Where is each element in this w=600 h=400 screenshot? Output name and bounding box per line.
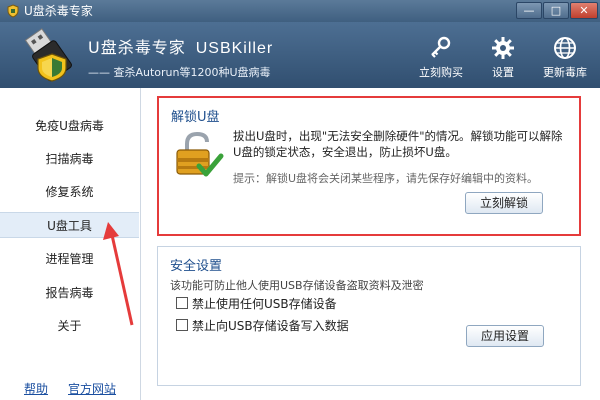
brand-en: USBKiller	[195, 40, 274, 57]
disable-usb-storage-option[interactable]: 禁止使用任何USB存储设备	[176, 295, 337, 312]
maximize-button[interactable]: □	[543, 2, 569, 19]
app-window: U盘杀毒专家 — □ ✕ U盘杀毒专家 USBKiller —— 查杀Autoru…	[0, 0, 600, 400]
settings-label: 设置	[492, 66, 514, 79]
update-virus-db-label: 更新毒库	[543, 66, 587, 79]
title-bar[interactable]: U盘杀毒专家 — □ ✕	[0, 0, 600, 22]
sidebar-item-scan[interactable]: 扫描病毒	[0, 146, 139, 172]
sidebar-item-report[interactable]: 报告病毒	[0, 280, 139, 306]
apply-settings-button[interactable]: 应用设置	[466, 325, 545, 347]
brand-cn: U盘杀毒专家	[88, 38, 186, 57]
app-shield-icon	[7, 4, 19, 18]
minimize-button[interactable]: —	[516, 2, 542, 19]
checkbox-label: 禁止使用任何USB存储设备	[192, 297, 337, 311]
brand-title: U盘杀毒专家 USBKiller	[88, 34, 273, 58]
close-button[interactable]: ✕	[570, 2, 598, 19]
sidebar-item-usb-tools[interactable]: U盘工具	[0, 212, 139, 238]
unlock-panel-title: 解锁U盘	[171, 110, 220, 125]
brand-slogan: —— 查杀Autorun等1200种U盘病毒	[88, 66, 271, 79]
window-title: U盘杀毒专家	[24, 4, 93, 18]
lock-icon	[176, 131, 224, 177]
globe-icon	[554, 37, 576, 59]
unlock-usb-panel: 解锁U盘 拔出U盘时，出现"无法安全删除硬件"的情况。解锁功能可以解除U盘的锁定…	[157, 96, 581, 236]
gear-icon	[492, 37, 514, 59]
sidebar-item-process[interactable]: 进程管理	[0, 246, 139, 272]
unlock-hint: 提示：解锁U盘将会关闭某些程序，请先保存好编辑中的资料。	[233, 172, 539, 185]
update-virus-db-button[interactable]: 更新毒库	[536, 36, 594, 80]
usb-drive-logo-icon	[24, 28, 72, 82]
official-site-link[interactable]: 官方网站	[68, 380, 116, 397]
buy-now-label: 立刻购买	[419, 66, 463, 79]
app-header: U盘杀毒专家 USBKiller —— 查杀Autorun等1200种U盘病毒 立…	[0, 22, 600, 88]
help-link[interactable]: 帮助	[24, 380, 48, 397]
disable-usb-write-option[interactable]: 禁止向USB存储设备写入数据	[176, 317, 349, 334]
unlock-description: 拔出U盘时，出现"无法安全删除硬件"的情况。解锁功能可以解除U盘的锁定状态，安全…	[233, 129, 563, 159]
security-panel-title: 安全设置	[170, 259, 223, 274]
security-description: 该功能可防止他人使用USB存储设备盗取资料及泄密	[170, 279, 424, 292]
security-settings-panel: 安全设置 该功能可防止他人使用USB存储设备盗取资料及泄密 禁止使用任何USB存…	[157, 246, 581, 386]
checkbox[interactable]	[176, 319, 188, 331]
buy-now-button[interactable]: 立刻购买	[412, 36, 470, 80]
unlock-now-button[interactable]: 立刻解锁	[465, 192, 544, 214]
sidebar-item-immunize[interactable]: 免疫U盘病毒	[0, 113, 139, 139]
sidebar-item-about[interactable]: 关于	[0, 313, 139, 339]
checkbox-label: 禁止向USB存储设备写入数据	[192, 319, 349, 333]
sidebar-nav: 免疫U盘病毒 扫描病毒 修复系统 U盘工具 进程管理 报告病毒 关于 帮助 官方…	[0, 88, 141, 400]
key-icon	[431, 36, 451, 58]
checkbox[interactable]	[176, 297, 188, 309]
main-content: 解锁U盘 拔出U盘时，出现"无法安全删除硬件"的情况。解锁功能可以解除U盘的锁定…	[141, 88, 600, 400]
settings-button[interactable]: 设置	[474, 36, 532, 80]
sidebar-item-repair[interactable]: 修复系统	[0, 179, 139, 205]
